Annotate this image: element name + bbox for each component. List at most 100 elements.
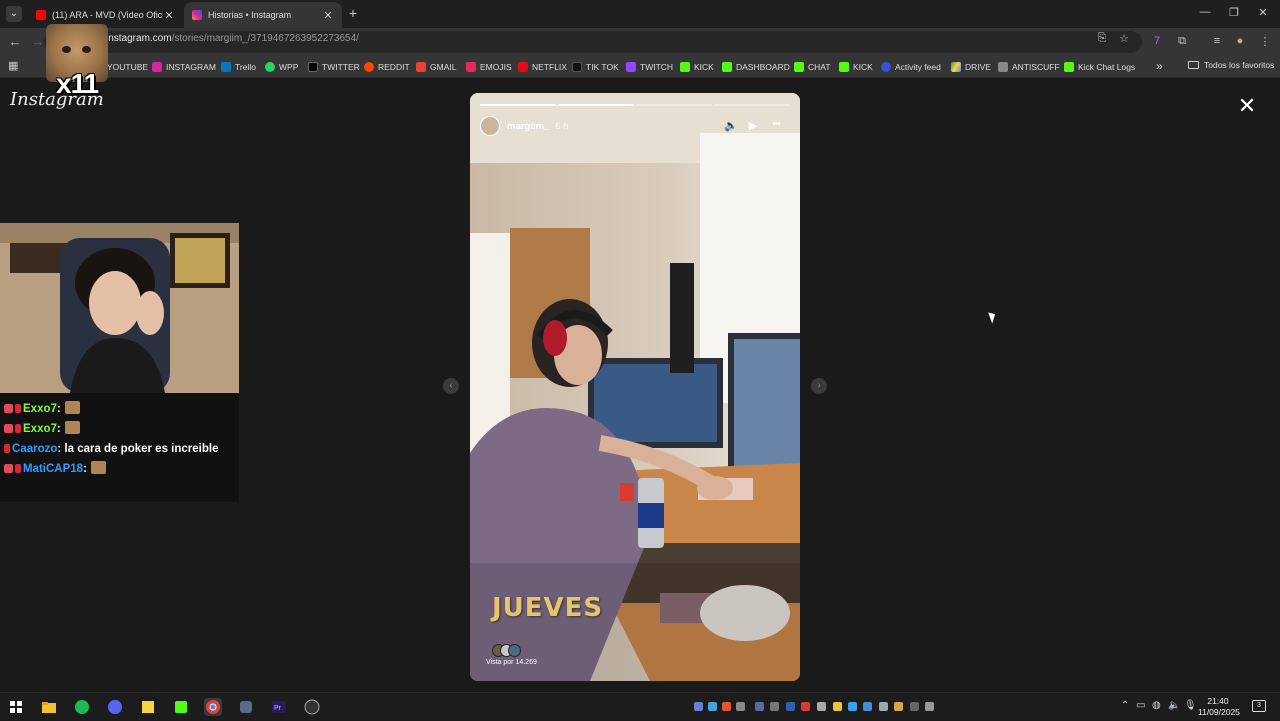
- premiere-pro-icon[interactable]: Pr: [270, 698, 288, 716]
- close-story-icon[interactable]: ✕: [1236, 95, 1258, 117]
- profile-avatar-icon[interactable]: ●: [1233, 35, 1247, 47]
- restore-icon[interactable]: ❐: [1227, 6, 1241, 19]
- bookmark-gmail[interactable]: GMAIL: [416, 60, 456, 74]
- tray-app-icon[interactable]: [925, 702, 934, 711]
- folder-icon: [1188, 61, 1199, 69]
- tray-app-icon[interactable]: [817, 702, 826, 711]
- tray-app-icon[interactable]: [694, 702, 703, 711]
- tray-app-icon[interactable]: [910, 702, 919, 711]
- story-avatar[interactable]: [480, 116, 500, 136]
- bookmark-twitter[interactable]: TWITTER: [308, 60, 360, 74]
- views-count[interactable]: Vista por 14.269: [486, 659, 537, 666]
- activity-feed-icon: [881, 62, 891, 72]
- all-favorites-folder[interactable]: Todos los favoritos: [1188, 60, 1274, 70]
- bookmarks-overflow-icon[interactable]: »: [1156, 59, 1163, 73]
- bookmark-label: YOUTUBE: [107, 62, 149, 72]
- next-story-icon[interactable]: ›: [811, 378, 827, 394]
- notifications-icon[interactable]: 3: [1252, 700, 1266, 712]
- all-favorites-label: Todos los favoritos: [1204, 60, 1275, 70]
- tray-app-icon[interactable]: [833, 702, 842, 711]
- bookmark-activity-feed[interactable]: Activity feed: [881, 60, 941, 74]
- minimize-icon[interactable]: —: [1198, 6, 1212, 18]
- display-icon[interactable]: ▭: [1136, 700, 1145, 711]
- svg-text:Pr: Pr: [274, 705, 282, 712]
- discord-icon[interactable]: [106, 698, 124, 716]
- mouse-cursor: [988, 310, 998, 324]
- bookmark-kick-2[interactable]: KICK: [839, 60, 873, 74]
- obs-icon[interactable]: [303, 698, 321, 716]
- tray-app-icon[interactable]: [770, 702, 779, 711]
- bookmark-antiscuff[interactable]: ANTISCUFF: [998, 60, 1060, 74]
- apps-grid-icon[interactable]: ▦: [8, 61, 19, 72]
- play-icon[interactable]: ▶: [745, 119, 761, 132]
- bookmark-label: ANTISCUFF: [1012, 62, 1060, 72]
- tray-app-icon[interactable]: [786, 702, 795, 711]
- heart-badge-icon: [4, 464, 13, 473]
- start-button[interactable]: [10, 701, 22, 713]
- bookmark-emojis[interactable]: EMOJIS: [466, 60, 512, 74]
- clock-time: 21:40: [1207, 696, 1229, 706]
- file-explorer-icon[interactable]: [40, 698, 58, 716]
- extension-7tv-icon[interactable]: 7: [1150, 35, 1164, 47]
- system-clock[interactable]: 21:40 11/09/2025: [1198, 696, 1240, 718]
- tray-app-icon[interactable]: [736, 702, 745, 711]
- story-card[interactable]: margiim_ 6 h 🔈 ▶ ••• JUEVES Vista por 14…: [470, 93, 800, 681]
- bookmark-tiktok[interactable]: TIK TOK: [572, 60, 619, 74]
- exclamation-badge-icon: [15, 404, 21, 413]
- tray-overflow-icon[interactable]: ⌃: [1121, 700, 1129, 711]
- bookmark-kick-chat-logs[interactable]: Kick Chat Logs: [1064, 60, 1135, 74]
- browser-menu-icon[interactable]: ⋮: [1258, 35, 1272, 48]
- trello-icon: [221, 62, 231, 72]
- bookmark-dashboard[interactable]: DASHBOARD: [722, 60, 790, 74]
- chrome-icon[interactable]: [204, 698, 222, 716]
- bookmark-reddit[interactable]: REDDIT: [364, 60, 410, 74]
- bookmark-twitch[interactable]: TWITCH: [626, 60, 673, 74]
- bookmark-instagram[interactable]: INSTAGRAM: [152, 60, 216, 74]
- story-username[interactable]: margiim_: [507, 121, 549, 132]
- bookmark-kick[interactable]: KICK: [680, 60, 714, 74]
- window-close-icon[interactable]: ✕: [1256, 6, 1270, 19]
- story-caption: JUEVES: [492, 593, 604, 623]
- viewer-avatars[interactable]: [492, 644, 522, 657]
- bookmark-label: DRIVE: [965, 62, 991, 72]
- tab-close-icon[interactable]: ✕: [322, 9, 334, 22]
- more-options-icon[interactable]: •••: [768, 119, 784, 130]
- media-control-icon[interactable]: ≡: [1210, 35, 1224, 47]
- bookmark-drive[interactable]: DRIVE: [951, 60, 991, 74]
- tray-app-icon[interactable]: [894, 702, 903, 711]
- prev-story-icon[interactable]: ‹: [443, 378, 459, 394]
- mute-icon[interactable]: 🔈: [723, 119, 739, 132]
- tab-close-icon[interactable]: ✕: [163, 9, 175, 22]
- tray-app-icon[interactable]: [755, 702, 764, 711]
- tab-instagram[interactable]: Historias • Instagram ✕: [184, 2, 342, 28]
- chat-message: MatiCAP18:: [4, 459, 235, 479]
- drive-icon: [951, 62, 961, 72]
- bookmark-chat[interactable]: CHAT: [794, 60, 831, 74]
- kick-app-icon[interactable]: [172, 698, 190, 716]
- spotify-icon[interactable]: [73, 698, 91, 716]
- bookmark-netflix[interactable]: NETFLIX: [518, 60, 567, 74]
- back-icon[interactable]: ←: [7, 34, 23, 49]
- davinci-resolve-icon[interactable]: [237, 698, 255, 716]
- new-tab-button[interactable]: +: [346, 6, 360, 20]
- tray-app-icon[interactable]: [879, 702, 888, 711]
- tray-steam-icon[interactable]: [708, 702, 717, 711]
- tray-app-icon[interactable]: [848, 702, 857, 711]
- network-icon[interactable]: ◍: [1152, 700, 1161, 711]
- tray-app-icon[interactable]: [801, 702, 810, 711]
- extensions-puzzle-icon[interactable]: ⧉: [1175, 35, 1189, 48]
- bookmark-trello[interactable]: Trello: [221, 60, 256, 74]
- url-text[interactable]: instagram.com/stories/margiim_/371946726…: [106, 33, 359, 44]
- install-app-icon[interactable]: ⎘: [1095, 32, 1109, 45]
- bookmark-wpp[interactable]: WPP: [265, 60, 298, 74]
- bookmark-star-icon[interactable]: ☆: [1117, 32, 1131, 45]
- bookmark-label: TWITTER: [322, 62, 360, 72]
- tray-app-icon[interactable]: [863, 702, 872, 711]
- bookmark-label: Activity feed: [895, 62, 941, 72]
- volume-icon[interactable]: 🔈: [1168, 700, 1180, 711]
- notes-icon[interactable]: [139, 698, 157, 716]
- bookmark-label: Kick Chat Logs: [1078, 62, 1136, 72]
- tab-search-icon[interactable]: ⌄: [6, 6, 22, 22]
- microphone-icon[interactable]: 🎙: [1184, 700, 1197, 711]
- tray-app-icon[interactable]: [722, 702, 731, 711]
